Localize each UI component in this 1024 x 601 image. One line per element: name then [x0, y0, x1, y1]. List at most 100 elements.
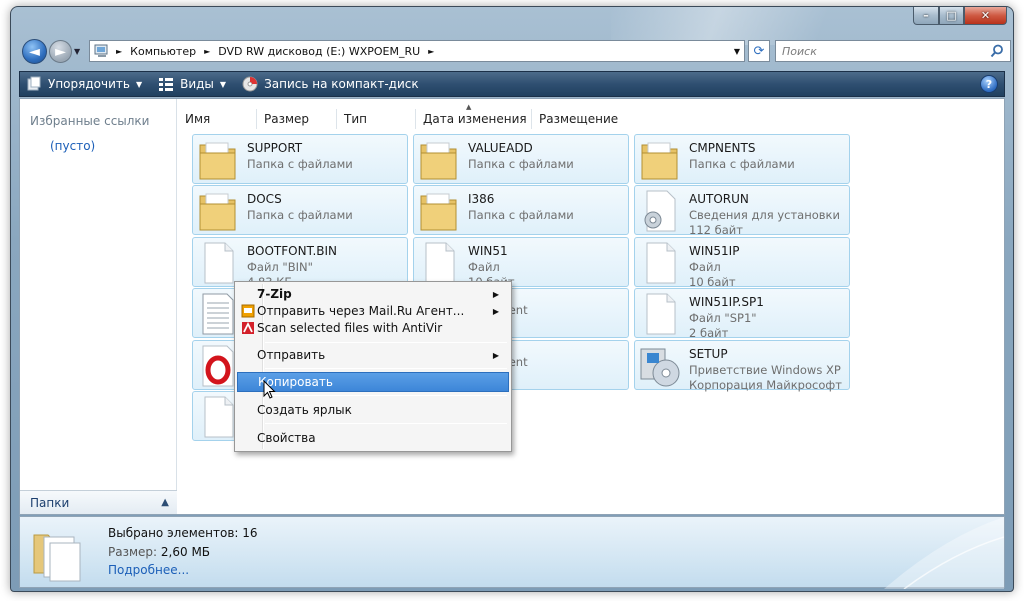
folder-icon	[418, 137, 460, 183]
file-type: Папка с файлами	[689, 157, 795, 171]
file-name: WIN51IP	[689, 244, 740, 258]
minimize-button[interactable]: –	[913, 7, 939, 25]
breadcrumb-arrow-icon[interactable]: ►	[428, 47, 434, 56]
file-tile[interactable]: I386 Папка с файлами	[413, 185, 629, 235]
back-button[interactable]: ◄	[22, 39, 47, 64]
burn-label: Запись на компакт-диск	[264, 77, 419, 91]
menu-item-label: 7-Zip	[257, 287, 292, 301]
forward-button[interactable]: ►	[49, 40, 72, 63]
column-location[interactable]: Размещение	[532, 109, 618, 129]
file-size: 112 байт	[689, 223, 743, 237]
file-name: BOOTFONT.BIN	[247, 244, 338, 258]
arrow-left-icon: ◄	[29, 43, 40, 60]
sort-caret-icon: ▲	[466, 103, 472, 111]
chevron-up-icon: ▲	[161, 497, 169, 508]
file-name: WIN51	[468, 244, 508, 258]
settings-file-icon	[639, 188, 681, 234]
refresh-button[interactable]: ⟳	[748, 40, 770, 62]
file-name: VALUEADD	[468, 141, 533, 155]
caption-buttons: – □ ✕	[913, 7, 1007, 25]
column-label: Имя	[185, 112, 211, 126]
favorite-links-empty: (пусто)	[50, 139, 96, 153]
menu-item-copy[interactable]: Копировать	[237, 372, 509, 392]
details-pane: Выбрано элементов: 16 Размер: 2,60 МБ По…	[19, 516, 1005, 589]
folder-icon	[639, 137, 681, 183]
address-row: ◄ ► ▼ ► Компьютер ► DVD RW дисковод (E:)…	[19, 37, 1011, 65]
column-type[interactable]: Тип	[337, 109, 416, 129]
command-bar: Упорядочить ▼ Виды ▼ Запись на компакт-д…	[19, 71, 1005, 97]
mouse-cursor-icon	[263, 380, 276, 399]
column-label: Дата изменения	[423, 112, 527, 126]
multiple-files-icon	[33, 534, 81, 582]
menu-item-properties[interactable]: Свойства	[237, 428, 509, 448]
file-tile[interactable]: CMPNENTS Папка с файлами	[634, 134, 850, 184]
search-placeholder: Поиск	[782, 44, 817, 58]
text-file-icon	[197, 291, 239, 337]
file-type: Файл	[468, 260, 500, 274]
breadcrumb-computer[interactable]: Компьютер	[130, 45, 196, 58]
file-icon	[197, 240, 239, 286]
address-dropdown-icon[interactable]: ▼	[734, 47, 740, 56]
help-button[interactable]: ?	[980, 75, 998, 93]
more-details-link[interactable]: Подробнее...	[108, 563, 189, 577]
file-icon	[639, 240, 681, 286]
file-tile[interactable]: AUTORUN Сведения для установки 112 байт	[634, 185, 850, 237]
file-tile[interactable]: DOCS Папка с файлами	[192, 185, 408, 235]
burn-button[interactable]: Запись на компакт-диск	[236, 72, 429, 96]
file-tile[interactable]: WIN51IP Файл 10 байт	[634, 237, 850, 289]
folder-icon	[197, 188, 239, 234]
folder-icon	[197, 137, 239, 183]
menu-separator	[265, 342, 507, 343]
breadcrumb-dvd-drive[interactable]: DVD RW дисковод (E:) WXPOEM_RU	[218, 45, 420, 58]
file-tile[interactable]: BOOTFONT.BINФайл "BIN"4,83 КБ	[192, 237, 408, 289]
column-label: Тип	[344, 112, 367, 126]
help-icon: ?	[985, 77, 993, 91]
menu-item-label: Отправить	[257, 348, 326, 362]
menu-item-label: Отправить через Mail.Ru Агент...	[257, 304, 465, 318]
column-name[interactable]: Имя	[178, 109, 257, 129]
selection-count: Выбрано элементов: 16	[108, 526, 258, 540]
column-size[interactable]: Размер	[257, 109, 337, 129]
decorative-swoosh	[884, 517, 1004, 589]
close-button[interactable]: ✕	[964, 7, 1007, 25]
file-type: Приветствие Windows XP	[689, 363, 841, 377]
file-type: Папка с файлами	[468, 208, 574, 222]
menu-item-antivir-scan[interactable]: Scan selected files with AntiVir	[237, 318, 509, 338]
menu-item-create-shortcut[interactable]: Создать ярлык	[237, 400, 509, 420]
arrow-right-icon: ►	[55, 43, 66, 60]
file-icon	[197, 394, 239, 440]
search-input[interactable]: Поиск	[775, 40, 1011, 62]
size-label: Размер:	[108, 545, 158, 559]
history-dropdown[interactable]: ▼	[74, 47, 80, 56]
column-label: Размещение	[539, 112, 619, 126]
file-tile[interactable]: SETUP Приветствие Windows XP Корпорация Ма…	[634, 340, 850, 392]
file-tile[interactable]: WIN51Файл10 байт	[413, 237, 629, 289]
address-bar[interactable]: ► Компьютер ► DVD RW дисковод (E:) WXPOE…	[89, 40, 745, 62]
views-label: Виды	[180, 77, 214, 91]
breadcrumb-arrow-icon[interactable]: ►	[204, 47, 210, 56]
organize-icon	[27, 76, 41, 91]
search-icon[interactable]	[990, 44, 1004, 58]
refresh-icon: ⟳	[753, 43, 765, 59]
menu-item-label: Свойства	[257, 431, 316, 445]
breadcrumb-arrow-icon[interactable]: ►	[116, 47, 122, 56]
context-menu: 7-Zip ▶ Отправить через Mail.Ru Агент...…	[234, 281, 512, 452]
column-date-modified[interactable]: ▲ Дата изменения	[416, 103, 532, 129]
file-tile[interactable]: SUPPORT Папка с файлами	[192, 134, 408, 184]
maximize-button[interactable]: □	[939, 7, 964, 25]
file-tile[interactable]: WIN51IP.SP1 Файл "SP1" 2 байт	[634, 288, 850, 340]
file-type: Папка с файлами	[247, 157, 353, 171]
folders-toggle[interactable]: Папки ▲	[20, 490, 177, 514]
chevron-down-icon: ▼	[219, 79, 227, 89]
computer-icon	[94, 44, 108, 57]
submenu-arrow-icon: ▶	[492, 350, 499, 360]
file-icon	[418, 240, 460, 286]
menu-separator	[265, 368, 507, 369]
organize-button[interactable]: Упорядочить ▼	[20, 72, 152, 96]
menu-item-send-to[interactable]: Отправить ▶	[237, 345, 509, 365]
setup-icon	[639, 343, 681, 389]
content-area: Избранные ссылки (пусто) Папки ▲ Имя Раз…	[19, 98, 1005, 515]
file-size: 2 байт	[689, 326, 729, 340]
views-button[interactable]: Виды ▼	[152, 72, 236, 96]
file-tile[interactable]: VALUEADD Папка с файлами	[413, 134, 629, 184]
